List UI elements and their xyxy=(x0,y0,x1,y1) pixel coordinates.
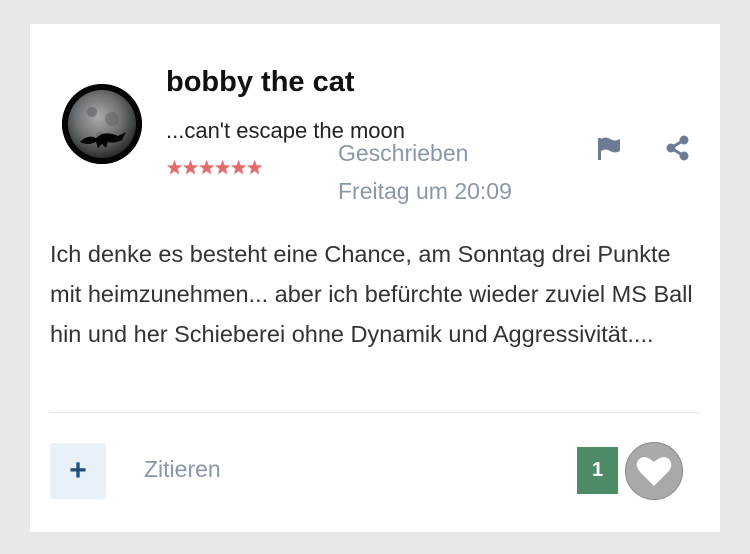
author-name[interactable]: bobby the cat xyxy=(166,66,355,99)
flag-icon[interactable] xyxy=(595,136,623,162)
plus-icon: + xyxy=(69,454,87,487)
add-button[interactable]: + xyxy=(50,443,106,499)
heart-icon xyxy=(636,457,672,486)
like-button[interactable] xyxy=(625,442,683,500)
post-body: Ich denke es besteht eine Chance, am Son… xyxy=(50,241,693,347)
post-meta: Geschrieben Freitag um 20:09 xyxy=(338,134,512,210)
divider xyxy=(50,412,700,413)
post-card: bobby the cat ...can't escape the moon ★… xyxy=(30,24,720,532)
posted-time[interactable]: Freitag um 20:09 xyxy=(338,172,512,210)
share-icon[interactable] xyxy=(663,134,691,162)
like-count-badge[interactable]: 1 xyxy=(577,447,618,494)
quote-button[interactable]: Zitieren xyxy=(144,456,221,483)
avatar[interactable] xyxy=(62,84,142,164)
posted-label: Geschrieben xyxy=(338,140,469,166)
rank-stars: ★★★★★★ xyxy=(166,158,263,179)
